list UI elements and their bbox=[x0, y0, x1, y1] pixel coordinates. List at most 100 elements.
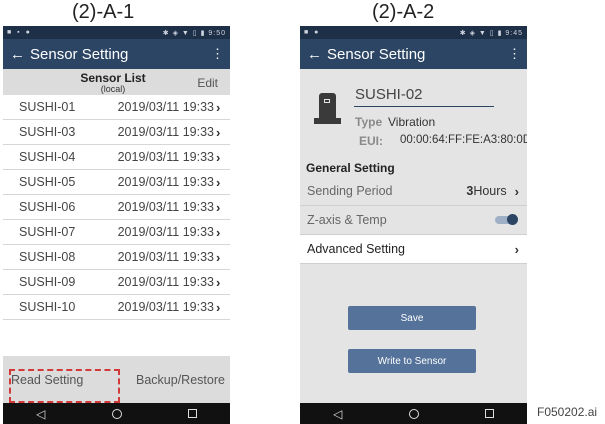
sensor-list-row[interactable]: SUSHI-06 2019/03/11 19:33 › bbox=[3, 195, 230, 220]
status-time: 9:50 bbox=[208, 29, 226, 37]
sensor-time: 19:33 bbox=[182, 125, 214, 139]
figure-id: F050202.ai bbox=[537, 405, 598, 419]
sensor-list-row[interactable]: SUSHI-10 2019/03/11 19:33 › bbox=[3, 295, 230, 320]
sensor-timestamp: 2019/03/11 19:33 bbox=[111, 175, 216, 189]
sensor-time: 19:33 bbox=[182, 175, 214, 189]
overflow-menu-icon[interactable]: ⋮ bbox=[211, 46, 224, 62]
advanced-setting-row[interactable]: Advanced Setting › bbox=[300, 235, 527, 264]
sending-period-unit: Hours bbox=[473, 184, 507, 198]
sensor-list-row[interactable]: SUSHI-09 2019/03/11 19:33 › bbox=[3, 270, 230, 295]
highlight-box bbox=[9, 369, 120, 403]
sensor-name: SUSHI-04 bbox=[19, 150, 76, 164]
sensor-timestamp: 2019/03/11 19:33 bbox=[111, 200, 216, 214]
status-bar: ■ ● ✱ ◈ ▼ ▯ ▮ 9:45 bbox=[300, 26, 527, 39]
type-value: Vibration bbox=[388, 115, 436, 129]
sensor-detail-panel: SUSHI-02 Type Vibration EUI: 00:00:64:FF… bbox=[300, 69, 527, 403]
sensor-date: 2019/03/11 bbox=[117, 200, 180, 214]
sensor-timestamp: 2019/03/11 19:33 bbox=[111, 125, 216, 139]
list-title: Sensor List bbox=[80, 71, 146, 85]
phone-screen-sensor-list: ■ ▪ ● ✱ ◈ ▼ ▯ ▮ 9:50 ← Sensor Setting ⋮ … bbox=[3, 26, 230, 424]
chevron-right-icon: › bbox=[216, 199, 221, 215]
status-notification-icons: ■ ▪ ● bbox=[7, 29, 32, 36]
sensor-timestamp: 2019/03/11 19:33 bbox=[111, 275, 216, 289]
phone-screen-sensor-detail: ■ ● ✱ ◈ ▼ ▯ ▮ 9:45 ← Sensor Setting ⋮ SU… bbox=[300, 26, 527, 424]
status-bar: ■ ▪ ● ✱ ◈ ▼ ▯ ▮ 9:50 bbox=[3, 26, 230, 39]
sending-period-row[interactable]: Sending Period 3Hours › bbox=[300, 177, 527, 206]
caption-screen-2: (2)-A-2 bbox=[372, 1, 435, 23]
edit-button[interactable]: Edit bbox=[197, 76, 218, 90]
status-time: 9:45 bbox=[505, 29, 523, 37]
zaxis-temp-label: Z-axis & Temp bbox=[307, 213, 387, 227]
chevron-right-icon: › bbox=[216, 224, 221, 240]
arrow-left-icon[interactable]: ← bbox=[10, 46, 30, 63]
sensor-list-row[interactable]: SUSHI-04 2019/03/11 19:33 › bbox=[3, 145, 230, 170]
sensor-date: 2019/03/11 bbox=[117, 150, 180, 164]
chevron-right-icon: › bbox=[514, 183, 519, 199]
type-label: Type bbox=[355, 115, 383, 129]
save-button[interactable]: Save bbox=[348, 306, 476, 330]
sensor-time: 19:33 bbox=[182, 225, 214, 239]
sensor-name: SUSHI-10 bbox=[19, 300, 76, 314]
sensor-name: SUSHI-06 bbox=[19, 200, 76, 214]
sensor-time: 19:33 bbox=[182, 250, 214, 264]
sensor-timestamp: 2019/03/11 19:33 bbox=[111, 100, 216, 114]
sensor-name: SUSHI-09 bbox=[19, 275, 76, 289]
nav-home-icon[interactable] bbox=[111, 408, 122, 419]
chevron-right-icon: › bbox=[216, 274, 221, 290]
sensor-list-row[interactable]: SUSHI-03 2019/03/11 19:33 › bbox=[3, 120, 230, 145]
sensor-list-header: Sensor List (local) Edit bbox=[3, 69, 230, 95]
status-notification-icons: ■ ● bbox=[304, 29, 321, 36]
chevron-right-icon: › bbox=[216, 174, 221, 190]
sensor-device-icon bbox=[319, 93, 336, 118]
sensor-list-row[interactable]: SUSHI-05 2019/03/11 19:33 › bbox=[3, 170, 230, 195]
sensor-timestamp: 2019/03/11 19:33 bbox=[111, 300, 216, 314]
chevron-right-icon: › bbox=[216, 249, 221, 265]
sensor-date: 2019/03/11 bbox=[117, 175, 180, 189]
sensor-date: 2019/03/11 bbox=[117, 125, 180, 139]
nav-home-icon[interactable] bbox=[408, 408, 419, 419]
overflow-menu-icon[interactable]: ⋮ bbox=[508, 46, 521, 62]
sensor-date: 2019/03/11 bbox=[117, 225, 180, 239]
general-setting-title: General Setting bbox=[306, 161, 395, 175]
sensor-time: 19:33 bbox=[182, 100, 214, 114]
write-to-sensor-button[interactable]: Write to Sensor bbox=[348, 349, 476, 373]
sensor-list-row[interactable]: SUSHI-01 2019/03/11 19:33 › bbox=[3, 95, 230, 120]
sending-period-label: Sending Period bbox=[307, 184, 393, 198]
status-indicator-icons: ✱ ◈ ▼ ▯ ▮ 9:45 bbox=[459, 29, 523, 37]
nav-back-icon[interactable]: ◁ bbox=[36, 407, 45, 421]
caption-screen-1: (2)-A-1 bbox=[72, 1, 135, 23]
sensor-name: SUSHI-08 bbox=[19, 250, 76, 264]
app-title: Sensor Setting bbox=[30, 45, 129, 63]
chevron-right-icon: › bbox=[216, 149, 221, 165]
eui-value: 00:00:64:FF:FE:A3:80:0D bbox=[400, 134, 527, 146]
sensor-timestamp: 2019/03/11 19:33 bbox=[111, 150, 216, 164]
zaxis-temp-toggle[interactable] bbox=[495, 214, 518, 225]
sensor-list-row[interactable]: SUSHI-07 2019/03/11 19:33 › bbox=[3, 220, 230, 245]
sensor-list-row[interactable]: SUSHI-08 2019/03/11 19:33 › bbox=[3, 245, 230, 270]
sensor-timestamp: 2019/03/11 19:33 bbox=[111, 250, 216, 264]
sending-period-value: 3Hours bbox=[466, 184, 506, 198]
sensor-date: 2019/03/11 bbox=[117, 250, 180, 264]
device-name-field[interactable]: SUSHI-02 bbox=[355, 86, 423, 103]
android-nav-bar: ◁ bbox=[3, 403, 230, 424]
zaxis-temp-row: Z-axis & Temp bbox=[300, 206, 527, 235]
app-bar: ← Sensor Setting ⋮ bbox=[300, 39, 527, 69]
sensor-list: SUSHI-01 2019/03/11 19:33 › SUSHI-03 2019/03… bbox=[3, 95, 230, 320]
sensor-time: 19:33 bbox=[182, 200, 214, 214]
nav-recent-icon[interactable] bbox=[187, 409, 197, 418]
sensor-date: 2019/03/11 bbox=[117, 275, 180, 289]
sensor-name: SUSHI-05 bbox=[19, 175, 76, 189]
chevron-right-icon: › bbox=[216, 299, 221, 315]
sensor-timestamp: 2019/03/11 19:33 bbox=[111, 225, 216, 239]
nav-back-icon[interactable]: ◁ bbox=[333, 407, 342, 421]
arrow-left-icon[interactable]: ← bbox=[307, 46, 327, 63]
sensor-name: SUSHI-03 bbox=[19, 125, 76, 139]
nav-recent-icon[interactable] bbox=[484, 409, 494, 418]
advanced-setting-label: Advanced Setting bbox=[307, 242, 405, 256]
chevron-right-icon: › bbox=[514, 241, 519, 257]
app-bar: ← Sensor Setting ⋮ bbox=[3, 39, 230, 69]
chevron-right-icon: › bbox=[216, 99, 221, 115]
sensor-time: 19:33 bbox=[182, 150, 214, 164]
backup-restore-button[interactable]: Backup/Restore bbox=[136, 373, 225, 387]
status-indicator-icons: ✱ ◈ ▼ ▯ ▮ 9:50 bbox=[162, 29, 226, 37]
